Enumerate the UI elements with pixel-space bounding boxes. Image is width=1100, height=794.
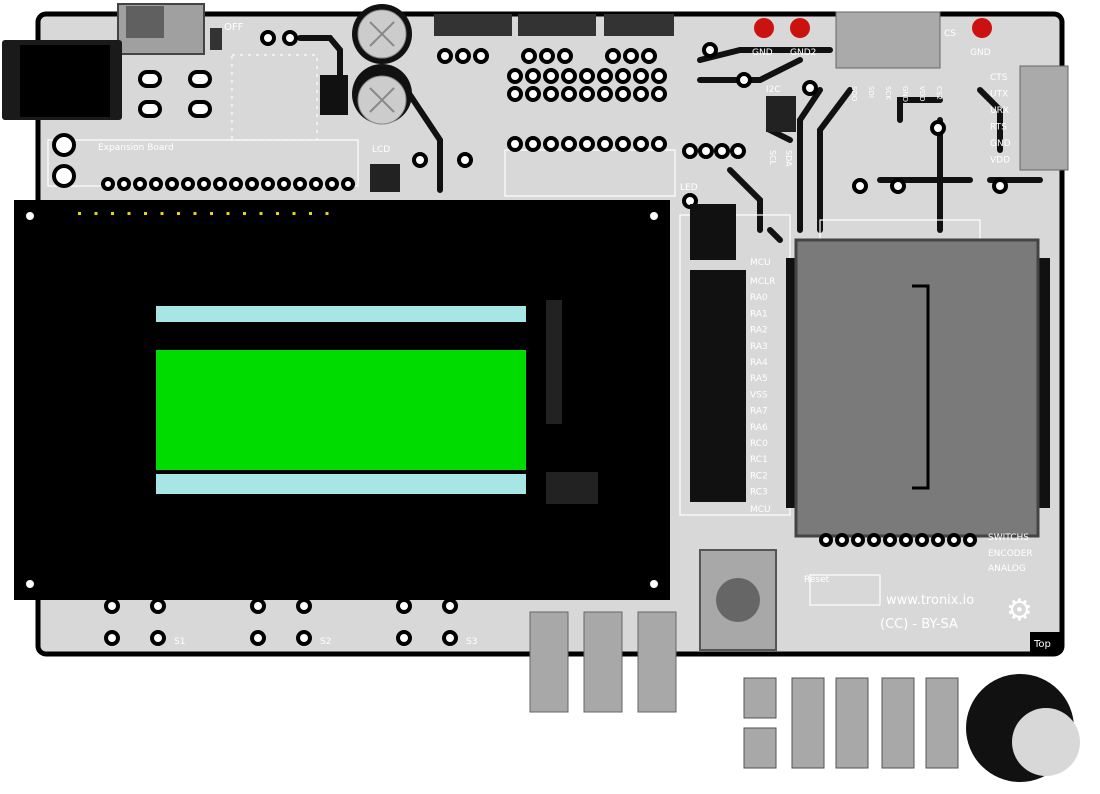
mcu-pin-label: RA2 bbox=[750, 326, 768, 336]
lcd-pin bbox=[226, 212, 230, 215]
lcd-screen bbox=[156, 350, 526, 470]
encoder-label: ENCODER bbox=[988, 549, 1033, 559]
sda-label: SDA bbox=[784, 150, 793, 167]
lcd-pin bbox=[210, 212, 213, 215]
switch3-label: S3 bbox=[466, 637, 477, 647]
top-headers bbox=[434, 14, 674, 36]
i2c-header bbox=[766, 96, 796, 132]
mcu-pin-label: RA4 bbox=[750, 358, 768, 368]
lcd-pin bbox=[309, 212, 312, 215]
lcd-jumper bbox=[370, 164, 400, 192]
mcu-pin-label: RC0 bbox=[750, 439, 768, 449]
lcd-pin bbox=[292, 212, 296, 215]
cs-pin-label: SDO bbox=[850, 86, 858, 102]
uart-pin-label: URX bbox=[990, 106, 1009, 116]
mcu-label-top: MCU bbox=[750, 258, 771, 268]
dc-jack[interactable] bbox=[2, 40, 122, 120]
encoder-knob bbox=[966, 674, 1080, 782]
mcu-pin-label: RA6 bbox=[750, 423, 768, 433]
uart-pin-label: RTS bbox=[990, 123, 1007, 133]
cs-pin-label: SCK bbox=[884, 86, 892, 100]
lcd-pin bbox=[177, 212, 180, 215]
lcd-pin bbox=[78, 212, 81, 215]
mcu-pin-label: RC1 bbox=[750, 455, 768, 465]
board-diagram: OFF Expansion Board LCD GND GND2 GND CS … bbox=[2, 3, 1080, 782]
switches-label: SWITCHS bbox=[988, 533, 1029, 543]
uart-pin-label: VDD bbox=[990, 156, 1010, 166]
lcd-label: LCD bbox=[372, 145, 390, 155]
cs-pin-label: VDD bbox=[918, 86, 926, 102]
top-label: Top bbox=[1033, 639, 1051, 650]
gnd-label-2: GND2 bbox=[790, 48, 816, 58]
small-ic bbox=[690, 204, 736, 260]
lcd-pin bbox=[94, 212, 98, 215]
lcd-pin bbox=[144, 212, 147, 215]
lcd-pin bbox=[259, 212, 263, 215]
mcu-pin-label: VSS bbox=[750, 390, 768, 400]
mcu-dip bbox=[690, 270, 746, 502]
gnd-label-1: GND bbox=[752, 48, 773, 58]
lcd-pin bbox=[193, 212, 197, 215]
lcd-pin bbox=[160, 212, 164, 215]
mcu-pin-label: RA3 bbox=[750, 342, 768, 352]
rotary-encoder[interactable] bbox=[699, 549, 777, 651]
mcu-pin-label: RA0 bbox=[750, 293, 768, 303]
mcu-pin-label: RA7 bbox=[750, 407, 768, 417]
cs-module bbox=[835, 11, 941, 69]
off-label: OFF bbox=[224, 22, 244, 33]
gnd-label-3: GND bbox=[970, 48, 991, 58]
cs-pin-label: CS2 bbox=[935, 86, 943, 100]
lcd-pin bbox=[325, 212, 329, 215]
i2c-label: I2C bbox=[766, 85, 781, 95]
scl-label: SCL bbox=[768, 150, 777, 166]
mcu-pin-label: MCLR bbox=[750, 277, 775, 287]
cs-pin-label: SDI bbox=[867, 86, 875, 98]
mcu-label-bottom: MCU bbox=[750, 505, 771, 515]
cs-pin-label: GND bbox=[901, 86, 909, 102]
lcd-pin bbox=[111, 212, 114, 215]
uart-pin-label: GND bbox=[990, 139, 1011, 149]
loose-jumpers bbox=[743, 677, 959, 769]
expansion-board-label: Expansion Board bbox=[98, 143, 174, 153]
switch1-label: S1 bbox=[174, 637, 185, 647]
lcd-pin bbox=[276, 212, 279, 215]
analog-label: ANALOG bbox=[988, 564, 1026, 574]
uart-module bbox=[1019, 65, 1069, 171]
oshw-gear-icon: ⚙ bbox=[1006, 593, 1033, 628]
license-label: (CC) - BY-SA bbox=[880, 617, 958, 632]
mcu-pin-label: RA5 bbox=[750, 374, 768, 384]
cs-label: CS bbox=[944, 29, 956, 39]
bottom-jumpers[interactable] bbox=[529, 611, 677, 713]
lcd-pin bbox=[127, 212, 131, 215]
website-label: www.tronix.io bbox=[886, 593, 974, 608]
mcu-pin-label: RC2 bbox=[750, 471, 768, 481]
mcu-pin-label: RA1 bbox=[750, 309, 768, 319]
led-label: LED bbox=[680, 183, 698, 193]
uart-pin-label: UTX bbox=[990, 90, 1008, 100]
mcu-module bbox=[786, 238, 1050, 538]
switch2-label: S2 bbox=[320, 637, 331, 647]
lcd-module bbox=[14, 200, 670, 600]
uart-pin-label: CTS bbox=[990, 73, 1008, 83]
lcd-pin bbox=[243, 212, 246, 215]
reset-label: Reset bbox=[804, 575, 830, 585]
mcu-pin-label: RC3 bbox=[750, 488, 768, 498]
